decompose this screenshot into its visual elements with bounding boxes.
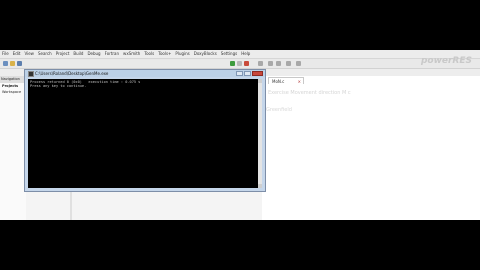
editor-tab-label: MoN.c — [272, 79, 285, 84]
menu-tools-plus[interactable]: Tools+ — [156, 50, 173, 58]
code-editor[interactable] — [262, 76, 480, 220]
console-window[interactable]: C:\Users\Roland\Desktop\GenMe.exe Proces… — [24, 69, 266, 192]
menu-tools[interactable]: Tools — [142, 50, 156, 58]
menu-settings[interactable]: Settings — [219, 50, 239, 58]
workspace-item[interactable]: Workspace — [2, 90, 21, 94]
menu-debug[interactable]: Debug — [85, 50, 102, 58]
menu-bar: File Edit View Search Project Build Debu… — [0, 50, 480, 59]
console-output-area[interactable]: Process returned 0 (0x0) execution time … — [28, 79, 262, 188]
minimize-button[interactable] — [236, 71, 243, 76]
menu-file[interactable]: File — [0, 50, 11, 58]
save-icon[interactable] — [17, 61, 22, 66]
panel-tab-navigation[interactable]: Navigation — [0, 76, 26, 83]
scroll-down-icon[interactable] — [258, 184, 262, 188]
scroll-up-icon[interactable] — [258, 79, 262, 83]
open-folder-icon[interactable] — [10, 61, 15, 66]
window-controls — [236, 71, 263, 76]
menu-fortran[interactable]: Fortran — [103, 50, 121, 58]
projects-label: Projects — [2, 84, 19, 88]
stop-icon[interactable] — [244, 61, 249, 66]
debug-next-icon[interactable] — [276, 61, 281, 66]
debug-window-icon[interactable] — [296, 61, 301, 66]
console-output: Process returned 0 (0x0) execution time … — [30, 80, 140, 88]
desktop-screen: File Edit View Search Project Build Debu… — [0, 50, 480, 220]
debug-out-icon[interactable] — [286, 61, 291, 66]
menu-project[interactable]: Project — [54, 50, 72, 58]
build-icon[interactable] — [237, 61, 242, 66]
close-button[interactable] — [252, 71, 263, 76]
console-line-2: Press any key to continue. — [30, 84, 87, 88]
console-scrollbar[interactable] — [258, 79, 262, 188]
menu-search[interactable]: Search — [36, 50, 54, 58]
editor-ghost-text-1: Exercise Movement direction M c — [268, 90, 351, 96]
console-title: C:\Users\Roland\Desktop\GenMe.exe — [35, 71, 109, 76]
debug-step-icon[interactable] — [268, 61, 273, 66]
main-toolbar — [0, 59, 480, 69]
menu-plugins[interactable]: Plugins — [173, 50, 191, 58]
menu-wxsmith[interactable]: wxSmith — [121, 50, 142, 58]
target-select-icon[interactable] — [258, 61, 263, 66]
divider — [70, 190, 72, 220]
menu-build[interactable]: Build — [71, 50, 85, 58]
menu-view[interactable]: View — [22, 50, 36, 58]
menu-doxyblocks[interactable]: DoxyBlocks — [192, 50, 219, 58]
new-file-icon[interactable] — [3, 61, 8, 66]
console-titlebar[interactable]: C:\Users\Roland\Desktop\GenMe.exe — [25, 70, 265, 77]
editor-ghost-text-2: Greenfield — [266, 107, 292, 113]
console-app-icon — [28, 71, 34, 77]
management-panel: Navigation Projects Workspace — [0, 76, 27, 220]
close-tab-icon[interactable]: × — [298, 78, 301, 85]
editor-tab[interactable]: MoN.c × — [268, 77, 304, 84]
menu-edit[interactable]: Edit — [11, 50, 23, 58]
maximize-button[interactable] — [244, 71, 251, 76]
menu-help[interactable]: Help — [239, 50, 252, 58]
run-icon[interactable] — [230, 61, 235, 66]
projects-tab[interactable]: Projects — [2, 84, 18, 88]
brand-logo: powerRES — [420, 56, 472, 66]
